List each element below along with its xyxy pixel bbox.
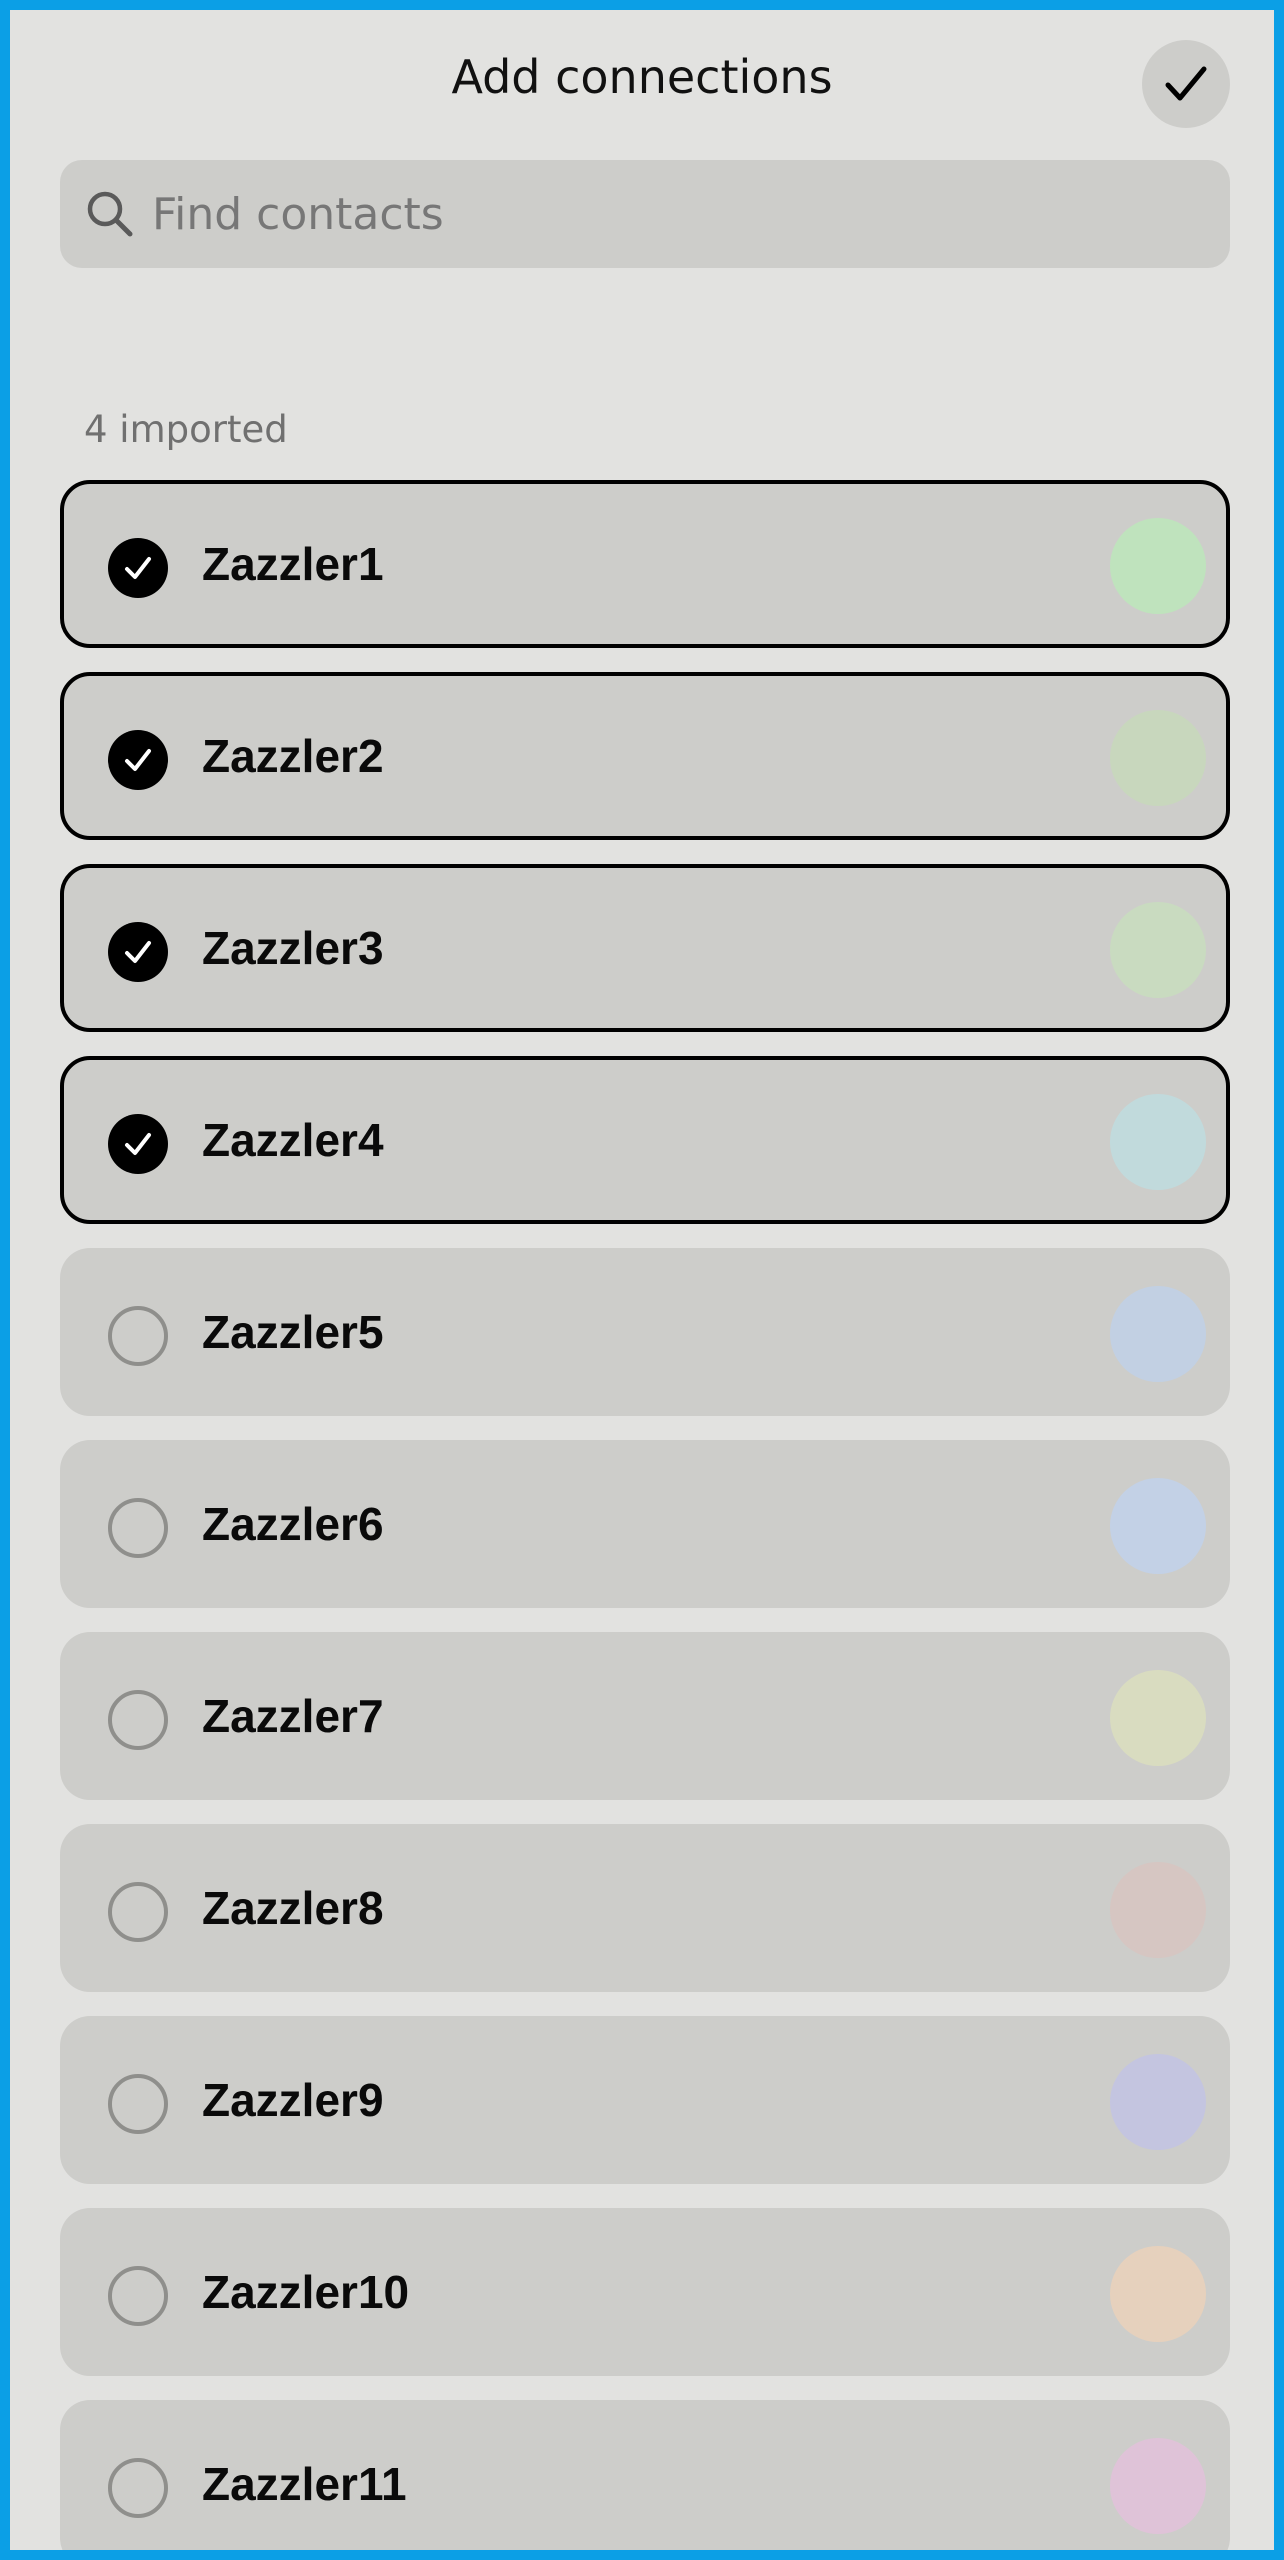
contact-name: Zazzler4	[202, 1114, 384, 1166]
avatar	[1110, 1670, 1206, 1766]
unchecked-circle-icon[interactable]	[108, 1882, 168, 1942]
unchecked-circle-icon[interactable]	[108, 2266, 168, 2326]
checkmark-icon	[125, 557, 151, 579]
contact-row[interactable]: Zazzler3	[60, 864, 1230, 1032]
checked-circle-icon[interactable]	[108, 538, 168, 598]
checkmark-icon	[1165, 66, 1207, 101]
contact-name: Zazzler7	[202, 1690, 384, 1742]
avatar	[1110, 902, 1206, 998]
contact-name: Zazzler3	[202, 922, 384, 974]
checked-circle-icon[interactable]	[108, 730, 168, 790]
unchecked-circle-icon[interactable]	[108, 1306, 168, 1366]
contact-row[interactable]: Zazzler1	[60, 480, 1230, 648]
contact-row[interactable]: Zazzler9	[60, 2016, 1230, 2184]
avatar	[1110, 2054, 1206, 2150]
imported-count-label: 4 imported	[84, 408, 288, 451]
checkmark-icon	[125, 941, 151, 963]
contact-name: Zazzler5	[202, 1306, 384, 1358]
checked-circle-icon[interactable]	[108, 922, 168, 982]
contact-list: Zazzler1 Zazzler2 Zazzler3 Zazzler4 Zazzler5…	[60, 480, 1230, 2550]
search-icon	[87, 191, 133, 237]
unchecked-circle-icon[interactable]	[108, 1498, 168, 1558]
contact-name: Zazzler6	[202, 1498, 384, 1550]
contact-name: Zazzler11	[202, 2458, 407, 2510]
page-title: Add connections	[451, 50, 833, 104]
avatar	[1110, 1478, 1206, 1574]
contact-name: Zazzler2	[202, 730, 384, 782]
search-bar[interactable]	[60, 160, 1230, 268]
contact-row[interactable]: Zazzler11	[60, 2400, 1230, 2550]
unchecked-circle-icon[interactable]	[108, 1690, 168, 1750]
done-button[interactable]	[1142, 40, 1230, 128]
contact-name: Zazzler9	[202, 2074, 384, 2126]
contact-row[interactable]: Zazzler4	[60, 1056, 1230, 1224]
checkmark-icon	[125, 749, 151, 771]
avatar	[1110, 2438, 1206, 2534]
checked-circle-icon[interactable]	[108, 1114, 168, 1174]
contact-row[interactable]: Zazzler7	[60, 1632, 1230, 1800]
avatar	[1110, 2246, 1206, 2342]
contact-row[interactable]: Zazzler5	[60, 1248, 1230, 1416]
unchecked-circle-icon[interactable]	[108, 2074, 168, 2134]
contact-name: Zazzler1	[202, 538, 384, 590]
avatar	[1110, 518, 1206, 614]
checkmark-icon	[125, 1133, 151, 1155]
search-input[interactable]	[152, 160, 1192, 268]
app-frame: Add connections 4 imported Zazzler1Zazzl…	[0, 0, 1284, 2560]
contact-row[interactable]: Zazzler6	[60, 1440, 1230, 1608]
avatar	[1110, 1286, 1206, 1382]
avatar	[1110, 1862, 1206, 1958]
contact-row[interactable]: Zazzler8	[60, 1824, 1230, 1992]
contact-name: Zazzler10	[202, 2266, 410, 2318]
contact-name: Zazzler8	[202, 1882, 384, 1934]
unchecked-circle-icon[interactable]	[108, 2458, 168, 2518]
contact-row[interactable]: Zazzler10	[60, 2208, 1230, 2376]
avatar	[1110, 710, 1206, 806]
contact-row[interactable]: Zazzler2	[60, 672, 1230, 840]
avatar	[1110, 1094, 1206, 1190]
header: Add connections	[10, 40, 1274, 128]
